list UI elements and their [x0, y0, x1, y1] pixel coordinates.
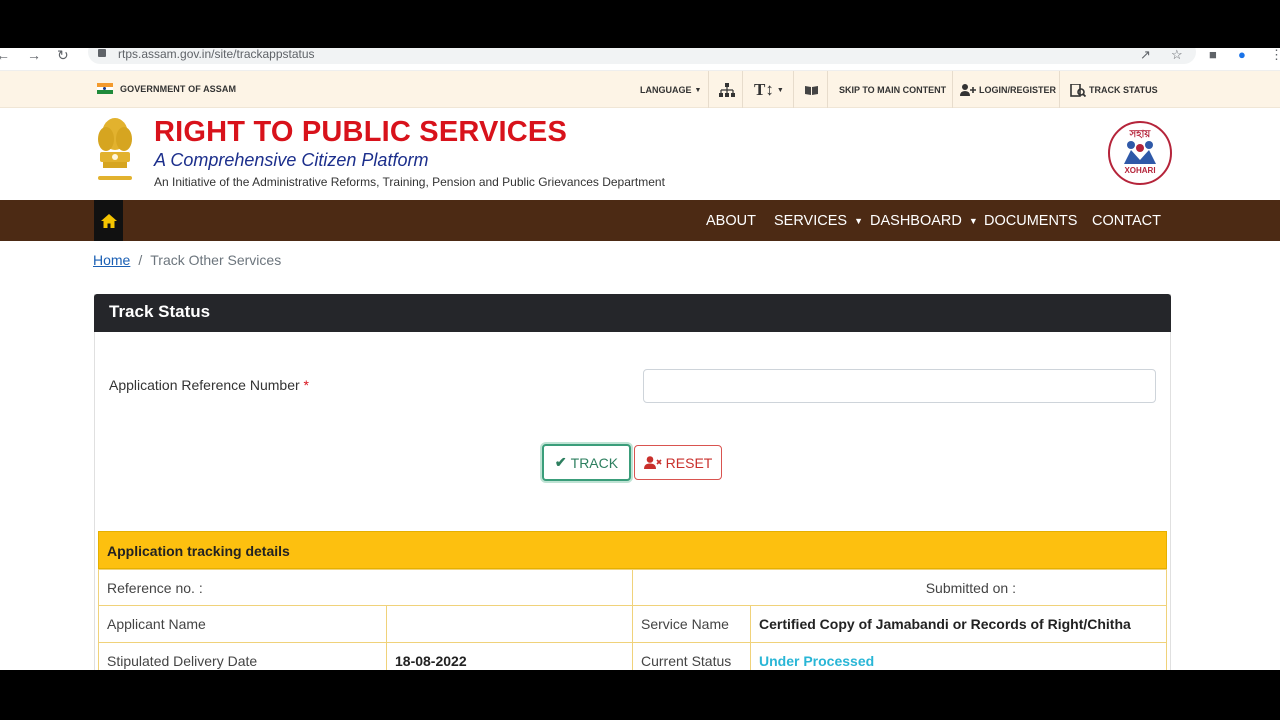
language-label: LANGUAGE — [640, 85, 692, 95]
applicant-value-cell — [386, 605, 633, 643]
nav-services[interactable]: SERVICES ▼ — [774, 200, 863, 241]
xohari-logo: সহায় XOHARI — [1108, 121, 1172, 185]
delivery-value-cell: 18-08-2022 — [386, 642, 633, 670]
reference-label: Reference no. : — [107, 579, 203, 596]
caret-down-icon: ▼ — [854, 215, 863, 226]
home-button[interactable] — [94, 200, 123, 241]
reset-button[interactable]: RESET — [634, 445, 722, 480]
track-status-link[interactable]: TRACK STATUS — [1070, 71, 1158, 109]
submitted-label: Submitted on : — [925, 579, 1016, 596]
breadcrumb-home-link[interactable]: Home — [93, 252, 130, 268]
divider — [708, 71, 709, 109]
bookmark-star-icon[interactable]: ☆ — [1171, 48, 1183, 61]
nav-documents-label: DOCUMENTS — [984, 212, 1078, 229]
required-marker: * — [303, 377, 309, 393]
ref-number-label-text: Application Reference Number — [109, 377, 300, 393]
user-plus-icon — [960, 84, 976, 96]
card-header: Track Status — [94, 294, 1171, 332]
text-size-icon: T↕ — [754, 80, 774, 99]
site-subtitle: A Comprehensive Citizen Platform — [154, 150, 429, 170]
skip-label: SKIP TO MAIN CONTENT — [839, 85, 947, 95]
browser-toolbar: ← → ↻ rtps.assam.gov.in/site/trackappsta… — [0, 48, 1280, 70]
book-reader-icon — [805, 86, 818, 95]
people-icon — [1124, 141, 1156, 164]
initiative-text: An Initiative of the Administrative Refo… — [154, 175, 665, 189]
breadcrumb-separator: / — [138, 252, 143, 268]
profile-icon[interactable]: ● — [1238, 48, 1246, 61]
breadcrumb-current: Track Other Services — [150, 252, 282, 268]
back-icon[interactable]: ← — [0, 48, 10, 62]
nav-about[interactable]: ABOUT — [706, 200, 756, 241]
breadcrumb: Home / Track Other Services — [93, 252, 281, 268]
reset-button-label: RESET — [665, 454, 713, 471]
main-nav: ABOUT SERVICES ▼ DASHBOARD ▼ DOCUMENTS C… — [0, 200, 1280, 241]
divider — [742, 71, 743, 109]
reload-icon[interactable]: ↻ — [57, 48, 69, 62]
lock-icon — [98, 49, 106, 57]
caret-down-icon: ▼ — [968, 215, 978, 226]
applicant-label-cell: Applicant Name — [98, 605, 387, 643]
submitted-cell: Submitted on : — [632, 569, 1167, 606]
sitemap-icon — [719, 83, 735, 97]
screen-reader-button[interactable] — [804, 71, 819, 109]
forward-icon[interactable]: → — [27, 48, 41, 62]
status-value: Under Processed — [759, 653, 875, 669]
ref-number-label: Application Reference Number * — [109, 377, 309, 393]
delivery-value: 18-08-2022 — [395, 653, 467, 669]
card-title: Track Status — [109, 302, 211, 321]
service-label: Service Name — [641, 616, 729, 632]
site-title: RIGHT TO PUBLIC SERVICES — [154, 116, 568, 148]
sitemap-button[interactable] — [719, 71, 735, 109]
national-emblem-icon — [98, 118, 132, 180]
nav-contact[interactable]: CONTACT — [1092, 200, 1161, 241]
status-value-cell: Under Processed — [750, 642, 1167, 670]
site-header: RIGHT TO PUBLIC SERVICES A Comprehensive… — [0, 108, 1280, 200]
status-label: Current Status — [641, 653, 732, 669]
utility-bar: GOVERNMENT OF ASSAM LANGUAGE ▼ T↕ ▼ SKIP… — [0, 70, 1280, 109]
ref-number-input[interactable] — [643, 369, 1156, 403]
text-size-dropdown[interactable]: T↕ ▼ — [754, 71, 784, 109]
reference-cell: Reference no. : — [98, 569, 633, 606]
divider — [1059, 71, 1060, 109]
divider — [827, 71, 828, 109]
login-label: LOGIN/REGISTER — [979, 85, 1057, 95]
check-icon: ✔ — [554, 454, 567, 470]
nav-about-label: ABOUT — [706, 212, 756, 229]
status-label-cell: Current Status — [632, 642, 751, 670]
home-icon — [100, 213, 117, 228]
divider — [793, 71, 794, 109]
tracking-details-header: Application tracking details — [98, 531, 1167, 569]
menu-icon[interactable]: ⋮ — [1270, 48, 1280, 61]
nav-documents[interactable]: DOCUMENTS — [984, 200, 1077, 241]
nav-services-label: SERVICES — [774, 212, 848, 229]
tracking-details-title: Application tracking details — [107, 543, 290, 559]
caret-down-icon: ▼ — [776, 86, 784, 94]
applicant-label: Applicant Name — [107, 616, 206, 632]
track-button-label: TRACK — [570, 454, 619, 471]
delivery-label-cell: Stipulated Delivery Date — [98, 642, 387, 670]
window-icon[interactable]: ■ — [1209, 48, 1217, 61]
track-button[interactable]: ✔ TRACK — [542, 444, 631, 481]
service-value-cell: Certified Copy of Jamabandi or Records o… — [750, 605, 1167, 643]
track-status-label: TRACK STATUS — [1089, 85, 1158, 95]
file-search-icon — [1070, 83, 1086, 97]
logo-bottom-text: XOHARI — [1124, 166, 1156, 175]
browser-viewport: ← → ↻ rtps.assam.gov.in/site/trackappsta… — [0, 48, 1280, 670]
service-value: Certified Copy of Jamabandi or Records o… — [759, 616, 1131, 632]
skip-to-main-link[interactable]: SKIP TO MAIN CONTENT — [839, 71, 946, 109]
url-text[interactable]: rtps.assam.gov.in/site/trackappstatus — [118, 48, 315, 60]
caret-down-icon: ▼ — [694, 86, 702, 94]
delivery-label: Stipulated Delivery Date — [107, 653, 258, 669]
service-label-cell: Service Name — [632, 605, 751, 643]
india-flag-icon — [97, 83, 113, 94]
user-times-icon — [643, 456, 662, 469]
share-icon[interactable]: ↗ — [1140, 48, 1151, 61]
divider — [952, 71, 953, 109]
language-dropdown[interactable]: LANGUAGE ▼ — [640, 71, 701, 109]
nav-contact-label: CONTACT — [1092, 212, 1162, 229]
government-label: GOVERNMENT OF ASSAM — [120, 84, 237, 94]
nav-dashboard[interactable]: DASHBOARD ▼ — [870, 200, 978, 241]
login-register-link[interactable]: LOGIN/REGISTER — [960, 71, 1056, 109]
nav-dashboard-label: DASHBOARD — [870, 212, 962, 229]
